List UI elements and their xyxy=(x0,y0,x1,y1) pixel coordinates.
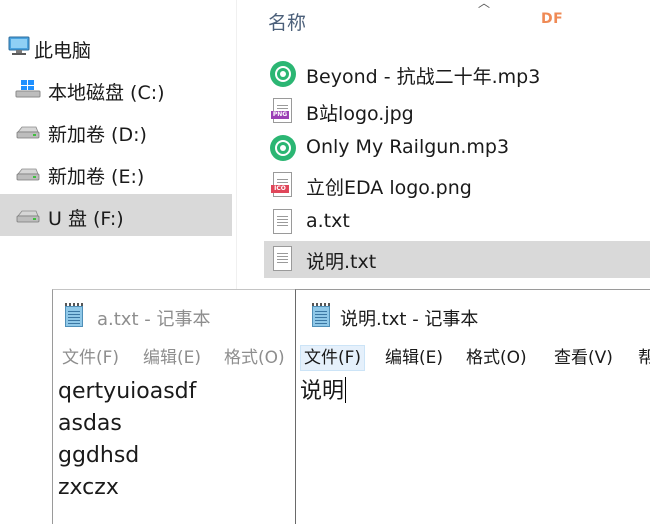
text-editor[interactable]: qertyuioasdf asdas ggdhsd zxczx xyxy=(58,376,196,504)
windows-drive-icon xyxy=(15,80,41,98)
nav-item-drive-c[interactable]: 本地磁盘 (C:) xyxy=(0,68,232,110)
text-file-icon xyxy=(273,246,292,271)
file-item[interactable]: Only My Railgun.mp3 xyxy=(264,130,650,167)
nav-item-label: U 盘 (F:) xyxy=(48,208,124,230)
file-item[interactable]: Beyond - 抗战二十年.mp3 xyxy=(264,56,650,93)
file-badge: PNG xyxy=(271,111,289,119)
file-name: Only My Railgun.mp3 xyxy=(306,136,510,158)
file-item[interactable]: 说明.txt xyxy=(264,241,650,278)
file-name: Beyond - 抗战二十年.mp3 xyxy=(306,66,541,88)
menu-format[interactable]: 格式(O) xyxy=(463,345,530,371)
nav-item-usb-drive-f[interactable]: U 盘 (F:) xyxy=(0,194,232,236)
text-caret xyxy=(345,377,347,403)
file-item[interactable]: a.txt xyxy=(264,204,650,241)
menu-file[interactable]: 文件(F) xyxy=(300,345,366,371)
file-badge: ICO xyxy=(271,185,289,193)
title-bar[interactable]: 说明.txt - 记事本 xyxy=(296,290,650,342)
music-file-icon xyxy=(270,135,296,161)
title-bar[interactable]: a.txt - 记事本 xyxy=(53,290,296,342)
notepad-window-a[interactable]: a.txt - 记事本 文件(F) 编辑(E) 格式(O) qertyuioas… xyxy=(52,289,296,524)
drive-icon xyxy=(16,168,40,181)
menu-view[interactable]: 查看(V) xyxy=(551,345,616,371)
chevron-up-icon: ︿ xyxy=(478,0,491,10)
nav-item-label: 本地磁盘 (C:) xyxy=(48,82,165,104)
file-name: 立创EDA logo.png xyxy=(306,177,472,199)
text-editor[interactable]: 说明 xyxy=(300,376,347,408)
menu-bar: 文件(F) 编辑(E) 格式(O) 查看(V) 帮 xyxy=(296,342,650,372)
nav-item-label: 新加卷 (E:) xyxy=(48,166,145,188)
menu-bar: 文件(F) 编辑(E) 格式(O) xyxy=(53,342,296,372)
file-item[interactable]: ICO 立创EDA logo.png xyxy=(264,167,650,204)
image-file-icon: PNG xyxy=(271,98,292,123)
menu-format[interactable]: 格式(O) xyxy=(221,345,288,371)
nav-item-this-pc[interactable]: 此电脑 xyxy=(0,26,232,68)
text-file-icon xyxy=(273,209,292,234)
notepad-window-b[interactable]: 说明.txt - 记事本 文件(F) 编辑(E) 格式(O) 查看(V) 帮 说… xyxy=(295,289,650,524)
drive-icon xyxy=(16,126,40,139)
menu-edit[interactable]: 编辑(E) xyxy=(382,345,446,371)
menu-help[interactable]: 帮 xyxy=(635,345,650,371)
file-name: a.txt xyxy=(306,210,350,232)
music-file-icon xyxy=(270,61,296,87)
menu-edit[interactable]: 编辑(E) xyxy=(140,345,204,371)
brand-watermark: DF xyxy=(541,11,564,27)
editor-text: 说明 xyxy=(300,379,345,404)
nav-item-drive-e[interactable]: 新加卷 (E:) xyxy=(0,152,232,194)
computer-icon xyxy=(8,36,30,55)
nav-item-label: 新加卷 (D:) xyxy=(48,124,147,146)
column-header-name[interactable]: 名称 xyxy=(268,8,306,35)
file-name: 说明.txt xyxy=(306,251,377,273)
navigation-pane: 此电脑 本地磁盘 (C:) 新加卷 (D:) 新加卷 (E:) U 盘 (F:) xyxy=(0,0,236,300)
window-title: a.txt - 记事本 xyxy=(97,309,211,330)
file-item[interactable]: PNG B站logo.jpg xyxy=(264,93,650,130)
file-name: B站logo.jpg xyxy=(306,103,414,125)
nav-item-drive-d[interactable]: 新加卷 (D:) xyxy=(0,110,232,152)
nav-item-label: 此电脑 xyxy=(34,40,92,62)
usb-drive-icon xyxy=(16,210,40,223)
pane-divider[interactable] xyxy=(236,0,237,300)
window-title: 说明.txt - 记事本 xyxy=(340,309,479,330)
image-file-icon: ICO xyxy=(271,172,292,197)
menu-file[interactable]: 文件(F) xyxy=(59,345,122,371)
